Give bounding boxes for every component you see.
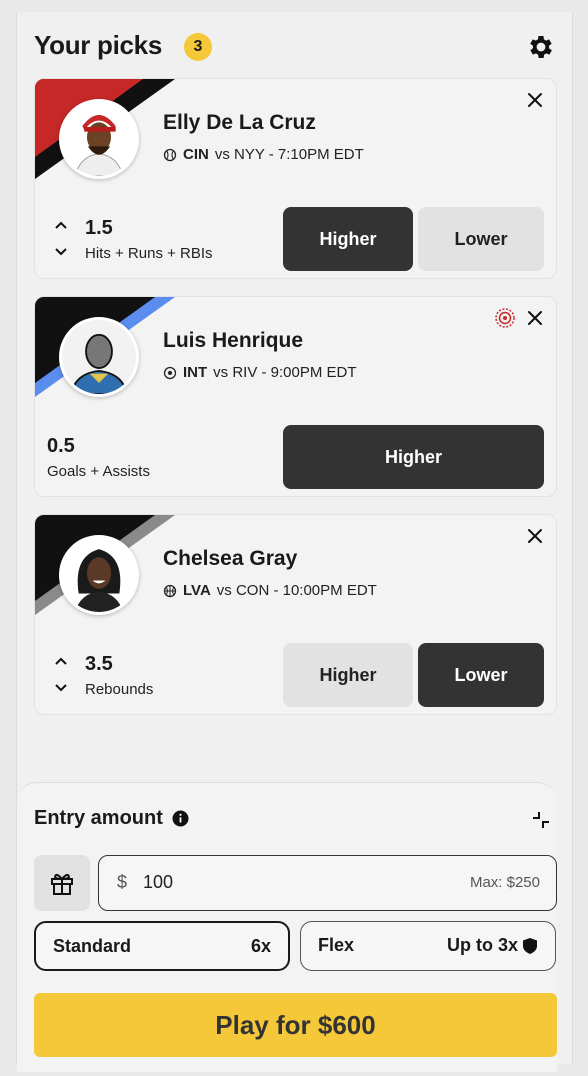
higher-button[interactable]: Higher: [283, 207, 413, 271]
collapse-icon[interactable]: [530, 809, 552, 831]
player-name: Luis Henrique: [163, 329, 304, 352]
pick-card: Elly De La Cruz CIN vs NYY - 7:10PM EDT …: [34, 78, 557, 279]
flex-option[interactable]: Flex Up to 3x: [300, 921, 556, 971]
shield-icon: [523, 937, 537, 954]
entry-sheet: Entry amount $ 100 Max: $250 Standard 6x…: [17, 782, 557, 1072]
avatar: [59, 535, 139, 615]
avatar: [59, 317, 139, 397]
player-name: Elly De La Cruz: [163, 111, 316, 134]
team-abbr: CIN: [183, 146, 209, 163]
page-title: Your picks: [34, 30, 163, 60]
stat-type: Rebounds: [85, 681, 154, 698]
line-adjust-arrows[interactable]: [53, 655, 69, 695]
matchup-text: vs NYY - 7:10PM EDT: [214, 146, 364, 163]
line-value: 0.5: [47, 435, 75, 457]
picks-header: Your picks 3: [34, 30, 556, 64]
matchup-info: CIN vs NYY - 7:10PM EDT: [163, 146, 364, 163]
pick-card: Chelsea Gray LVA vs CON - 10:00PM EDT 3.…: [34, 514, 557, 715]
team-abbr: LVA: [183, 582, 211, 599]
stat-type: Hits + Runs + RBIs: [85, 245, 213, 262]
entry-amount-label: Entry amount: [34, 807, 163, 829]
gift-button[interactable]: [34, 855, 90, 911]
close-icon[interactable]: [526, 91, 544, 109]
gear-icon[interactable]: [526, 32, 556, 62]
higher-button[interactable]: Higher: [283, 643, 413, 707]
baseball-icon: [163, 148, 177, 161]
currency-symbol: $: [117, 872, 128, 892]
stat-type: Goals + Assists: [47, 463, 150, 480]
basketball-icon: [163, 584, 177, 597]
info-icon[interactable]: [172, 810, 189, 827]
team-abbr: INT: [183, 364, 208, 381]
player-name: Chelsea Gray: [163, 547, 298, 570]
line-value: 1.5: [85, 217, 113, 239]
avatar: [59, 99, 139, 179]
matchup-text: vs RIV - 9:00PM EDT: [213, 364, 357, 381]
gift-icon: [51, 873, 73, 895]
picks-panel: Your picks 3 Elly De La Cruz CIN vs NYY: [16, 12, 573, 1072]
line-value: 3.5: [85, 653, 113, 675]
matchup-info: INT vs RIV - 9:00PM EDT: [163, 364, 357, 381]
max-amount: Max: $250: [469, 874, 540, 891]
matchup-text: vs CON - 10:00PM EDT: [216, 582, 377, 599]
matchup-info: LVA vs CON - 10:00PM EDT: [163, 582, 377, 599]
lower-button[interactable]: Lower: [418, 643, 544, 707]
target-icon[interactable]: [494, 307, 516, 329]
soccer-ball-icon: [163, 366, 177, 379]
higher-button[interactable]: Higher: [283, 425, 544, 489]
option-label: Flex: [318, 935, 355, 955]
option-multiplier: Up to 3x: [446, 935, 518, 955]
close-icon[interactable]: [526, 309, 544, 327]
option-label: Standard: [53, 936, 132, 956]
amount-value: 100: [143, 872, 174, 892]
lower-button[interactable]: Lower: [418, 207, 544, 271]
play-button[interactable]: Play for $600: [34, 993, 557, 1057]
standard-option[interactable]: Standard 6x: [34, 921, 290, 971]
close-icon[interactable]: [526, 527, 544, 545]
entry-amount-input[interactable]: $ 100 Max: $250: [98, 855, 557, 911]
pick-card: Luis Henrique INT vs RIV - 9:00PM EDT 0.…: [34, 296, 557, 497]
option-multiplier: 6x: [250, 936, 271, 956]
line-adjust-arrows[interactable]: [53, 219, 69, 259]
picks-count-badge: 3: [184, 33, 212, 61]
